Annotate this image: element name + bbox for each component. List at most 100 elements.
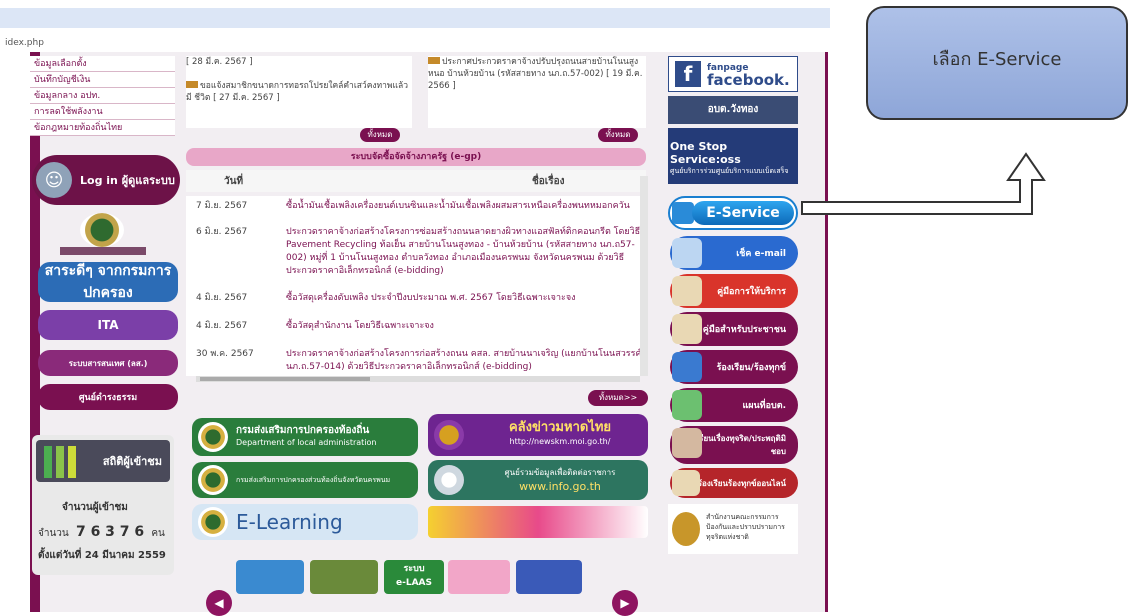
news-left-date: [ 28 มี.ค. 2567 ] bbox=[186, 57, 253, 67]
email-icon bbox=[672, 238, 702, 268]
row-date: 6 มิ.ย. 2567 bbox=[196, 227, 248, 237]
menu-item-law[interactable]: ข้อกฎหมายท้องถิ่นไทย bbox=[30, 120, 175, 136]
laas-top: ระบบ bbox=[403, 564, 425, 574]
map-button[interactable]: แผนที่อบต. bbox=[670, 388, 798, 422]
news-km-url: http://newskm.moi.go.th/ bbox=[509, 437, 611, 446]
row-date: 4 มิ.ย. 2567 bbox=[196, 293, 248, 303]
row-subject[interactable]: ซื้อวัสดุสำนักงาน โดยวิธีเฉพาะเจาะจง bbox=[286, 320, 646, 333]
row-subject[interactable]: ซื้อน้ำมันเชื้อเพลิงเครื่องยนต์เบนซินและ… bbox=[286, 200, 646, 213]
procurement-header: วันที่ ชื่อเรื่อง bbox=[186, 170, 646, 192]
link-banner-4[interactable] bbox=[448, 560, 510, 594]
complaint-button[interactable]: ร้องเรียน/ร้องทุกข์ bbox=[670, 350, 798, 384]
news-box-right: ประกาศประกวดราคาจ้างปรับปรุงถนนสายบ้านโน… bbox=[428, 56, 646, 128]
banner-info[interactable]: ศูนย์รวมข้อมูลเพื่อติดต่อราชการ www.info.… bbox=[428, 460, 648, 500]
email-label: เช็ค e-mail bbox=[736, 249, 786, 259]
banner-info-system-label: ระบบสารสนเทศ (ลส.) bbox=[68, 358, 148, 368]
visitor-count: 7 6 3 7 6 bbox=[75, 524, 145, 540]
chart-icon bbox=[44, 446, 84, 478]
count-prefix: จำนวน bbox=[38, 528, 69, 539]
nacc-label: สำนักงานคณะกรรมการป้องกันและปราบปรามการท… bbox=[706, 513, 785, 541]
banner-damrongdham[interactable]: ศูนย์ดำรงธรรม bbox=[38, 384, 178, 410]
emblem-icon bbox=[198, 422, 228, 452]
procurement-table: 7 มิ.ย. 2567 ซื้อน้ำมันเชื้อเพลิงเครื่องย… bbox=[186, 196, 646, 376]
online-complaint-label: ร้องเรียนร้องทุกข์ออนไลน์ bbox=[697, 478, 786, 488]
menu-item-election[interactable]: ข้อมูลเลือกตั้ง bbox=[30, 56, 175, 72]
oss-sub: ศูนย์บริการร่วมศูนย์บริการแบบเบ็ดเสร็จ bbox=[670, 167, 789, 175]
citizen-guide-label: คู่มือสำหรับประชาชน bbox=[702, 325, 786, 335]
callout-text: เลือก E-Service bbox=[932, 49, 1062, 70]
col-subject: ชื่อเรื่อง bbox=[532, 176, 565, 187]
books-icon bbox=[672, 314, 702, 344]
nacc-emblem-icon bbox=[672, 512, 700, 546]
facebook-banner[interactable]: f fanpage facebook. bbox=[668, 56, 798, 92]
col-date: วันที่ bbox=[224, 176, 244, 187]
news-left-more[interactable]: ทั้งหมด bbox=[360, 128, 400, 142]
phone-icon bbox=[672, 352, 702, 382]
banner-ita-label: ITA bbox=[97, 318, 119, 332]
url-text: idex.php bbox=[5, 38, 44, 48]
nacc-banner[interactable]: สำนักงานคณะกรรมการป้องกันและปราบปรามการท… bbox=[668, 504, 798, 554]
emblem-icon bbox=[198, 465, 228, 495]
vertical-scrollbar[interactable] bbox=[640, 176, 648, 376]
row-subject[interactable]: ประกวดราคาจ้างก่อสร้างโครงการก่อสร้างถนน… bbox=[286, 348, 646, 376]
eservice-button[interactable]: E-Service bbox=[668, 196, 798, 230]
banner-saradee[interactable]: สาระดีๆ จากกรมการปกครอง bbox=[38, 262, 178, 302]
arrow-annotation bbox=[801, 152, 1046, 215]
seal-icon bbox=[80, 213, 124, 247]
banner-saradee-label: สาระดีๆ จากกรมการปกครอง bbox=[44, 263, 172, 301]
banner-news-km[interactable]: คลังข่าวมหาดไทย http://newskm.moi.go.th/ bbox=[428, 414, 648, 456]
link-banner-laas[interactable]: ระบบ e-LAAS bbox=[384, 560, 444, 594]
row-subject[interactable]: ซื้อวัสดุเครื่องดับเพลิง ประจำปีงบประมาณ… bbox=[286, 292, 646, 305]
table-row[interactable]: 30 พ.ค. 2567 ประกวดราคาจ้างก่อสร้างโครงกา… bbox=[186, 348, 646, 376]
corruption-report-button[interactable]: ร้องเรียนเรื่องทุจริต/ประพฤติมิชอบ bbox=[670, 426, 798, 464]
news-left-item[interactable]: ขอแจ้งสมาชิกขนาดการทอรถโปรยใคล์คำเสว์คงท… bbox=[186, 80, 412, 104]
facebook-label: facebook. bbox=[707, 71, 790, 89]
link-banner-2[interactable] bbox=[310, 560, 378, 594]
login-button[interactable]: ☺ Log in ผู้ดูแลระบบ bbox=[32, 155, 180, 205]
complaint-label: ร้องเรียน/ร้องทุกข์ bbox=[716, 363, 786, 373]
news-right-more[interactable]: ทั้งหมด bbox=[598, 128, 638, 142]
link-banner-5[interactable] bbox=[516, 560, 582, 594]
oss-title: One Stop Service:oss bbox=[670, 140, 741, 166]
row-subject[interactable]: ประกวดราคาจ้างก่อสร้างโครงการซ่อมสร้างถน… bbox=[286, 226, 646, 278]
facebook-icon: f bbox=[675, 61, 701, 87]
news-right-item[interactable]: ประกาศประกวดราคาจ้างปรับปรุงถนนสายบ้านโน… bbox=[428, 56, 646, 92]
menu-item-energy[interactable]: การลดใช้พลังงาน bbox=[30, 104, 175, 120]
procurement-more[interactable]: ทั้งหมด>> bbox=[588, 390, 648, 406]
banner-dla-province[interactable]: กรมส่งเสริมการปกครองส่วนท้องถิ่นจังหวัดน… bbox=[192, 462, 418, 498]
seal-caption bbox=[60, 247, 146, 255]
map-label: แผนที่อบต. bbox=[742, 401, 786, 411]
dla-province-label: กรมส่งเสริมการปกครองส่วนท้องถิ่นจังหวัดน… bbox=[236, 475, 391, 484]
dla-th: กรมส่งเสริมการปกครองท้องถิ่น bbox=[236, 425, 370, 436]
top-bar bbox=[0, 8, 830, 28]
service-guide-label: คู่มือการให้บริการ bbox=[717, 287, 786, 297]
scroll-thumb[interactable] bbox=[200, 377, 370, 381]
news-box-left: [ 28 มี.ค. 2567 ] ขอแจ้งสมาชิกขนาดการทอร… bbox=[186, 56, 412, 128]
banner-elearning[interactable]: E-Learning bbox=[192, 504, 418, 540]
emblem-icon bbox=[198, 507, 228, 537]
banner-dla[interactable]: กรมส่งเสริมการปกครองท้องถิ่น Department o… bbox=[192, 418, 418, 456]
citizen-guide-button[interactable]: คู่มือสำหรับประชาชน bbox=[670, 312, 798, 346]
elearning-label: E-Learning bbox=[236, 510, 343, 534]
eservice-label: E-Service bbox=[692, 201, 794, 225]
email-button[interactable]: เช็ค e-mail bbox=[670, 236, 798, 270]
online-complaint-button[interactable]: ร้องเรียนร้องทุกข์ออนไลน์ bbox=[670, 468, 798, 498]
menu-item-accounting[interactable]: บันทึกบัญชีเงิน bbox=[30, 72, 175, 88]
news-km-title: คลังข่าวมหาดไทย bbox=[508, 420, 612, 435]
menu-item-central-data[interactable]: ข้อมูลกลาง อปท. bbox=[30, 88, 175, 104]
banner-ita[interactable]: ITA bbox=[38, 310, 178, 340]
banner-damrongdham-label: ศูนย์ดำรงธรรม bbox=[78, 393, 138, 403]
lion-icon bbox=[434, 420, 464, 450]
news-left-text: ขอแจ้งสมาชิกขนาดการทอรถโปรยใคล์คำเสว์คงท… bbox=[186, 81, 408, 103]
banner-info-system[interactable]: ระบบสารสนเทศ (ลส.) bbox=[38, 350, 178, 376]
laas-label: e-LAAS bbox=[396, 578, 432, 588]
stats-since: ตั้งแต่วันที่ 24 มีนาคม 2559 bbox=[38, 550, 166, 561]
service-guide-button[interactable]: คู่มือการให้บริการ bbox=[670, 274, 798, 308]
table-row[interactable]: 6 มิ.ย. 2567 ประกวดราคาจ้างก่อสร้างโครงกา… bbox=[186, 226, 646, 278]
next-arrow-icon[interactable]: ▶ bbox=[612, 590, 638, 616]
banner-promo[interactable] bbox=[428, 506, 648, 538]
link-banner-1[interactable] bbox=[236, 560, 304, 594]
map-icon bbox=[672, 390, 702, 420]
prev-arrow-icon[interactable]: ◀ bbox=[206, 590, 232, 616]
oss-banner[interactable]: One Stop Service:oss ศูนย์บริการร่วมศูนย… bbox=[668, 128, 798, 184]
